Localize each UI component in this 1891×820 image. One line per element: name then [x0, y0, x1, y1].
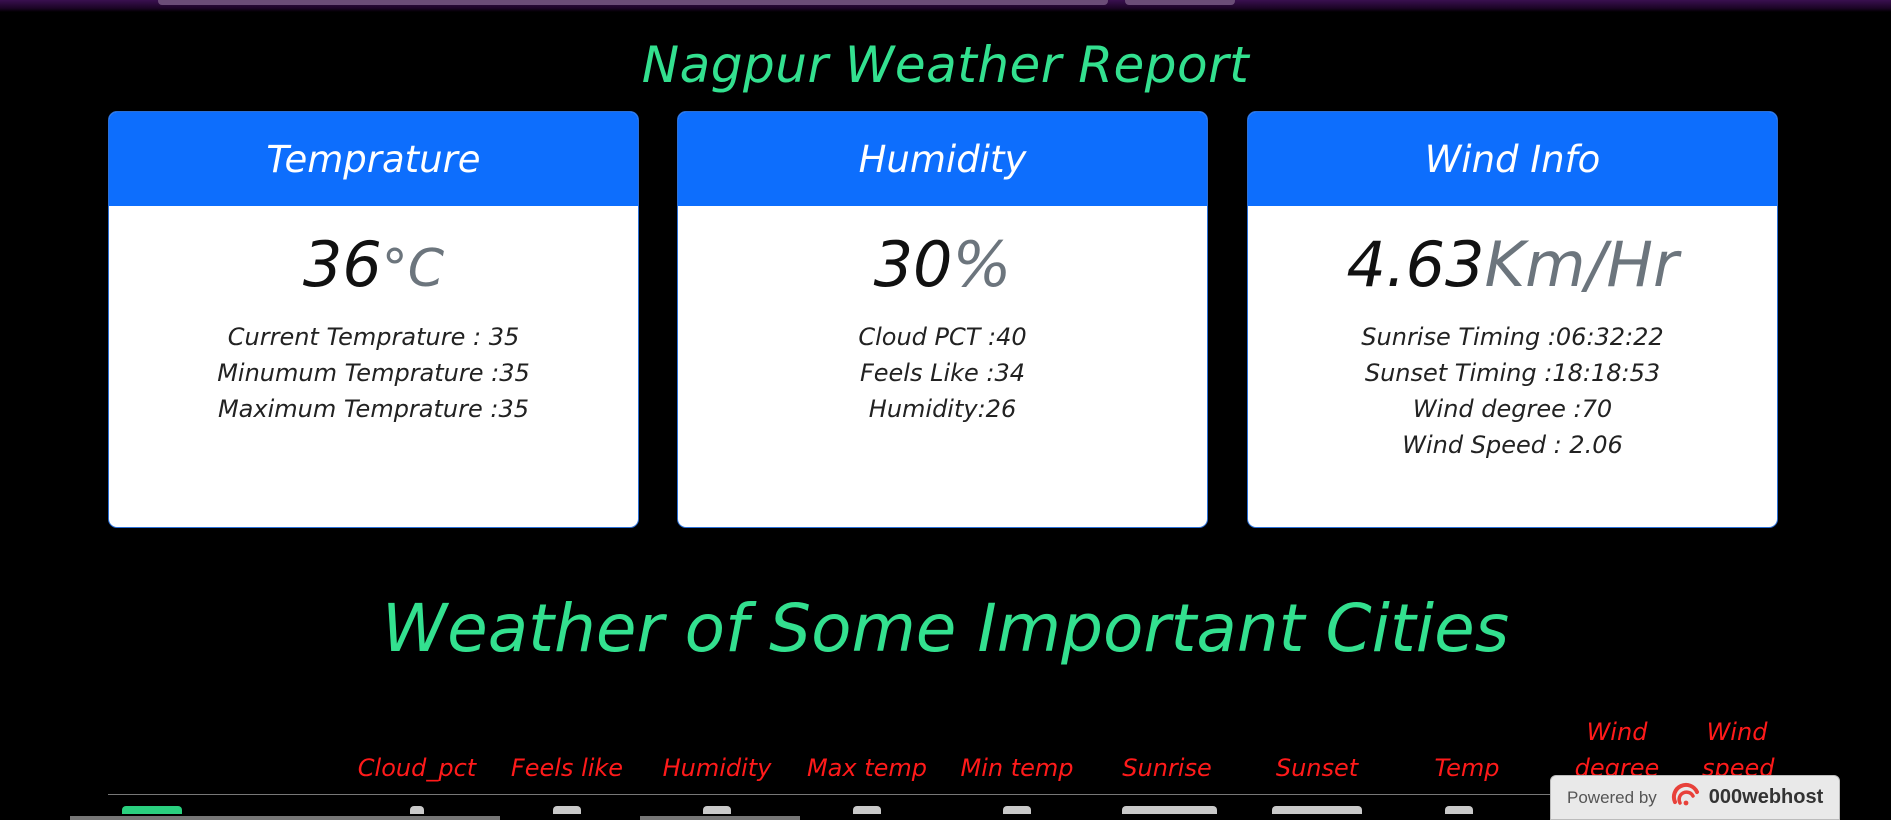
- col-max-temp: Max temp: [806, 754, 928, 782]
- host-name: 000webhost: [1708, 786, 1824, 808]
- table-header-rule: [108, 794, 1778, 795]
- wind-degree: Wind degree :70: [1412, 395, 1613, 423]
- row-cell-cutoff: [1272, 806, 1362, 814]
- powered-by-label: Powered by: [1567, 787, 1657, 807]
- row-cell-cutoff: [703, 806, 731, 814]
- col-min-temp: Min temp: [960, 754, 1074, 782]
- horizontal-scrollbar-segment[interactable]: [640, 816, 800, 820]
- cloud-pct: Cloud PCT :40: [858, 323, 1027, 351]
- temperature-unit: °C: [381, 239, 445, 299]
- wind-card-header: Wind Info: [1248, 112, 1777, 206]
- row-cell-cutoff: [1445, 806, 1473, 814]
- col-cloud-pct: Cloud_pct: [357, 754, 477, 782]
- section-title: Weather of Some Important Cities: [381, 590, 1510, 667]
- humidity-number: 30: [873, 228, 953, 301]
- humidity-value: 30%: [678, 228, 1207, 301]
- row-cell-cutoff: [853, 806, 881, 814]
- col-sunrise: Sunrise: [1122, 754, 1212, 782]
- humidity-details: Cloud PCT :40 Feels Like :34 Humidity:26: [678, 319, 1207, 427]
- humidity-card-header: Humidity: [678, 112, 1207, 206]
- temperature-number: 36: [302, 228, 382, 301]
- temperature-card-header: Temprature: [109, 112, 638, 206]
- wind-card: Wind Info 4.63Km/Hr Sunrise Timing :06:3…: [1247, 111, 1778, 528]
- wind-unit: Km/Hr: [1484, 228, 1679, 301]
- wind-number: 4.63: [1346, 228, 1485, 301]
- browser-top-bar: [0, 0, 1891, 12]
- horizontal-scrollbar[interactable]: [70, 816, 500, 820]
- minimum-temperature: Minumum Temprature :35: [217, 359, 530, 387]
- feels-like: Feels Like :34: [859, 359, 1026, 387]
- row-cell-cutoff: [553, 806, 581, 814]
- page-title: Nagpur Weather Report: [641, 36, 1250, 94]
- 000webhost-logo-icon: [1671, 782, 1701, 813]
- top-search-button[interactable]: [1125, 0, 1235, 5]
- top-search-field[interactable]: [158, 0, 1108, 5]
- row-cell-cutoff: [1003, 806, 1031, 814]
- sunrise-timing: Sunrise Timing :06:32:22: [1361, 323, 1664, 351]
- powered-by-badge[interactable]: Powered by 000webhost: [1550, 775, 1840, 820]
- row-city-cutoff[interactable]: [122, 806, 182, 814]
- col-humidity: Humidity: [662, 754, 772, 782]
- col-feels-like: Feels like: [510, 754, 624, 782]
- row-cell-cutoff: [410, 806, 424, 814]
- row-cell-cutoff: [1122, 806, 1217, 814]
- humidity-card: Humidity 30% Cloud PCT :40 Feels Like :3…: [677, 111, 1208, 528]
- wind-speed: Wind Speed : 2.06: [1402, 431, 1623, 459]
- col-temp: Temp: [1434, 754, 1500, 782]
- temperature-card: Temprature 36°C Current Temprature : 35 …: [108, 111, 639, 528]
- cities-table-header: Cloud_pct Feels like Humidity Max temp M…: [108, 712, 1778, 794]
- temperature-details: Current Temprature : 35 Minumum Tempratu…: [109, 319, 638, 427]
- sunset-timing: Sunset Timing :18:18:53: [1364, 359, 1661, 387]
- wind-value: 4.63Km/Hr: [1248, 228, 1777, 301]
- wind-details: Sunrise Timing :06:32:22 Sunset Timing :…: [1248, 319, 1777, 463]
- maximum-temperature: Maximum Temprature :35: [217, 395, 530, 423]
- humidity-unit: %: [952, 228, 1012, 301]
- humidity-detail: Humidity:26: [868, 395, 1017, 423]
- col-sunset: Sunset: [1275, 754, 1359, 782]
- temperature-value: 36°C: [109, 228, 638, 301]
- current-temperature: Current Temprature : 35: [227, 323, 520, 351]
